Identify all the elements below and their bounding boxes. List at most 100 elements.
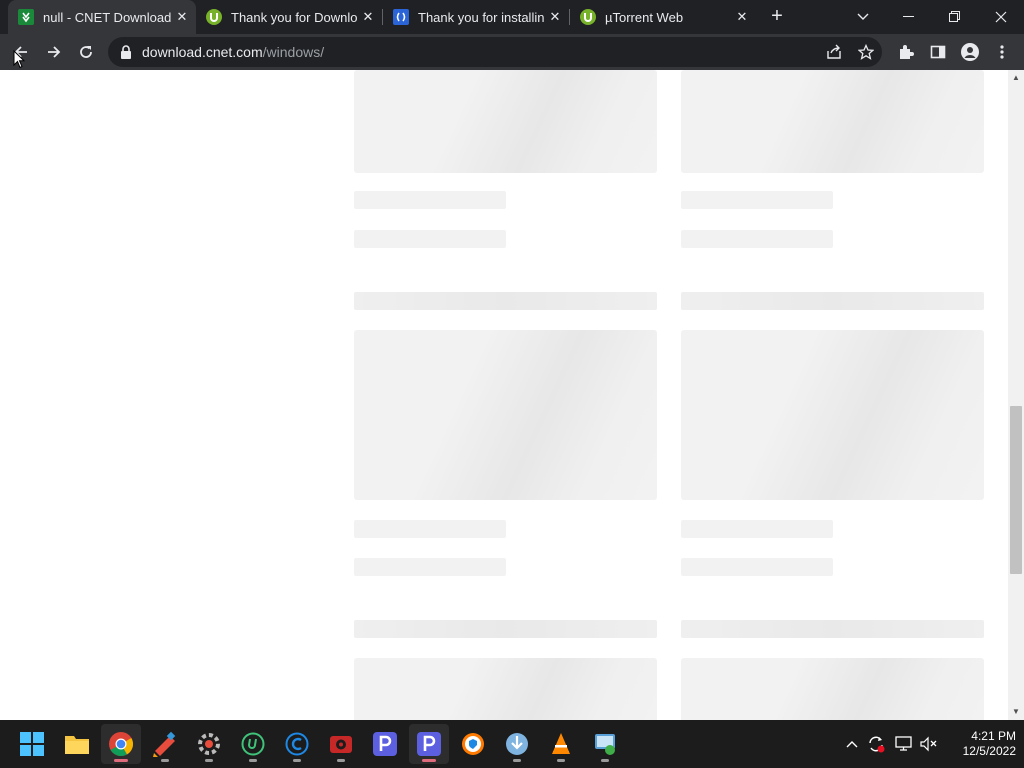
menu-button[interactable] <box>988 38 1016 66</box>
product-card-image-placeholder <box>681 658 984 720</box>
tab-title: µTorrent Web <box>605 9 684 25</box>
ccleaner-icon <box>153 731 176 757</box>
lock-icon <box>120 44 132 65</box>
share-icon[interactable] <box>824 42 844 62</box>
clock-date: 12/5/2022 <box>962 744 1016 758</box>
start-icon <box>20 732 44 756</box>
close-icon[interactable]: ✕ <box>545 7 565 27</box>
start-button[interactable] <box>12 724 52 764</box>
utorrent-icon <box>580 9 596 25</box>
web-page-content <box>0 70 1008 720</box>
speccy-icon <box>198 733 220 755</box>
product-title-placeholder <box>354 191 506 209</box>
tab-thank-you-installing[interactable]: Thank you for installing ✕ <box>383 0 569 34</box>
product-heading-placeholder <box>354 292 657 310</box>
avast-browser-taskbar-button[interactable] <box>453 724 493 764</box>
page-scrollbar[interactable]: ▲ ▼ <box>1008 70 1024 720</box>
product-meta-placeholder <box>681 558 833 576</box>
running-indicator <box>249 759 257 762</box>
clock-time: 4:21 PM <box>971 729 1016 743</box>
product-meta-placeholder <box>681 230 833 248</box>
show-hidden-icons-button[interactable] <box>841 732 863 756</box>
chrome-taskbar-button[interactable] <box>101 724 141 764</box>
tab-utorrent-web[interactable]: µTorrent Web ✕ <box>570 0 756 34</box>
product-title-placeholder <box>681 191 833 209</box>
running-indicator <box>114 759 128 762</box>
side-panel-button[interactable] <box>924 38 952 66</box>
running-indicator <box>513 759 521 762</box>
tab-strip: null - CNET Download ✕ Thank you for Dow… <box>0 0 1024 34</box>
new-tab-button[interactable]: + <box>765 5 789 29</box>
reload-icon <box>80 46 92 58</box>
kebab-menu-icon <box>1000 45 1004 59</box>
puzzle-icon <box>900 45 914 59</box>
utorrent-web-taskbar-button[interactable] <box>233 724 273 764</box>
tab-cnet-download[interactable]: null - CNET Download ✕ <box>8 0 196 34</box>
chrome-icon <box>109 732 133 756</box>
close-icon[interactable]: ✕ <box>732 7 752 27</box>
speaker-muted-icon <box>920 736 937 752</box>
browser-toolbar: download.cnet.com/windows/ <box>0 34 1024 70</box>
pdf-app-active-icon <box>417 732 441 756</box>
side-panel-icon <box>930 45 946 59</box>
chevron-up-icon <box>846 741 858 748</box>
sync-tray-button[interactable] <box>865 732 887 756</box>
product-heading-placeholder <box>681 620 984 638</box>
tab-search-button[interactable] <box>840 0 886 34</box>
network-tool-icon <box>595 734 615 755</box>
vlc-taskbar-button[interactable] <box>541 724 581 764</box>
windows-taskbar: 4:21 PM 12/5/2022 <box>0 720 1024 768</box>
pdf-app-taskbar-button[interactable] <box>365 724 405 764</box>
cnet-icon <box>18 9 34 25</box>
scroll-down-arrow-icon[interactable]: ▼ <box>1008 704 1024 720</box>
display-tray-button[interactable] <box>893 732 915 756</box>
minimize-icon <box>903 16 914 17</box>
extensions-button[interactable] <box>892 38 920 66</box>
speccy-taskbar-button[interactable] <box>189 724 229 764</box>
chevron-down-icon <box>857 13 869 20</box>
tab-title: null - CNET Download <box>43 9 172 25</box>
product-card-image-placeholder <box>681 330 984 500</box>
pdf-app-active-taskbar-button[interactable] <box>409 724 449 764</box>
product-meta-placeholder <box>354 230 506 248</box>
ccleaner-taskbar-button[interactable] <box>145 724 185 764</box>
address-bar[interactable]: download.cnet.com/windows/ <box>108 37 882 67</box>
network-tool-taskbar-button[interactable] <box>585 724 625 764</box>
restore-button[interactable] <box>932 0 978 34</box>
monitor-icon <box>895 736 912 751</box>
ccleaner-browser-taskbar-button[interactable] <box>277 724 317 764</box>
restore-icon <box>949 11 960 22</box>
product-heading-placeholder <box>681 292 984 310</box>
running-indicator <box>205 759 213 762</box>
close-window-button[interactable] <box>978 0 1024 34</box>
system-clock[interactable]: 4:21 PM 12/5/2022 <box>942 729 1016 759</box>
running-indicator <box>293 759 301 762</box>
utorrent-icon <box>206 9 222 25</box>
running-indicator <box>601 759 609 762</box>
url-text: download.cnet.com/windows/ <box>142 44 324 60</box>
media-app-taskbar-button[interactable] <box>321 724 361 764</box>
close-icon[interactable]: ✕ <box>172 7 192 27</box>
running-indicator <box>422 759 436 762</box>
file-explorer-button[interactable] <box>57 724 97 764</box>
scroll-up-arrow-icon[interactable]: ▲ <box>1008 70 1024 86</box>
reload-button[interactable] <box>72 38 100 66</box>
minimize-button[interactable] <box>886 0 932 34</box>
ccleaner-browser-icon <box>285 732 309 756</box>
arrow-right-icon <box>48 46 61 58</box>
scroll-thumb[interactable] <box>1010 406 1022 574</box>
installer-taskbar-button[interactable] <box>497 724 537 764</box>
utorrent-web-icon <box>241 732 265 756</box>
product-title-placeholder <box>354 520 506 538</box>
tab-thank-you-download[interactable]: Thank you for Downloa ✕ <box>196 0 382 34</box>
bookmark-star-icon[interactable] <box>856 42 876 62</box>
running-indicator <box>161 759 169 762</box>
product-card-image-placeholder <box>681 70 984 173</box>
forward-button[interactable] <box>40 38 68 66</box>
product-card-image-placeholder <box>354 70 657 173</box>
mouse-cursor-icon <box>13 50 25 69</box>
close-icon[interactable]: ✕ <box>358 7 378 27</box>
file-explorer-icon <box>65 736 89 754</box>
profile-button[interactable] <box>956 38 984 66</box>
volume-tray-button[interactable] <box>918 732 940 756</box>
